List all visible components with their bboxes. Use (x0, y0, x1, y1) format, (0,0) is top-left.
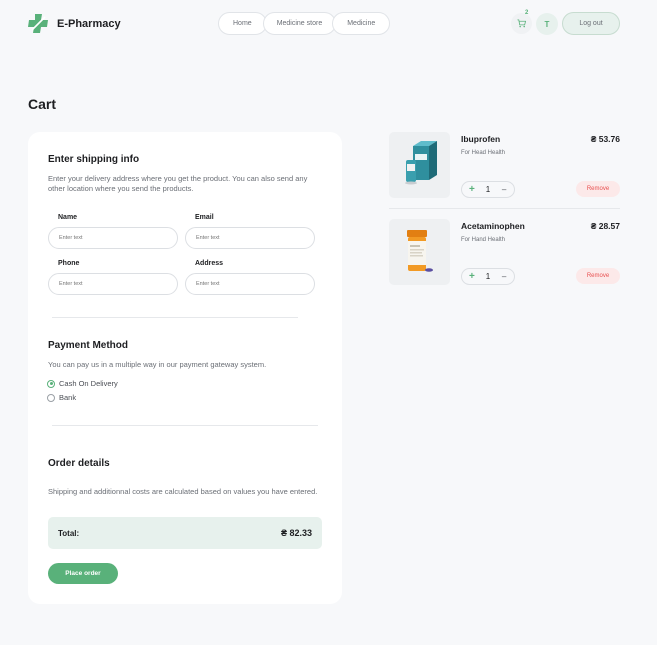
quantity-value: 1 (485, 185, 491, 194)
product-price: ₴ 53.76 (590, 134, 620, 144)
phone-label: Phone (58, 260, 80, 267)
quantity-value: 1 (485, 272, 491, 281)
shopping-cart-icon (517, 19, 526, 28)
radio-unchecked-icon (47, 393, 55, 402)
address-input[interactable] (185, 273, 315, 295)
payment-option-cash[interactable]: Cash On Delivery (47, 379, 118, 388)
logo[interactable]: E-Pharmacy (28, 13, 121, 34)
place-order-button[interactable]: Place order (48, 563, 118, 584)
quantity-stepper: + 1 – (461, 268, 515, 285)
increase-quantity-button[interactable]: + (466, 271, 478, 282)
divider (389, 208, 620, 209)
decrease-quantity-button[interactable]: – (498, 185, 510, 194)
nav-medicine[interactable]: Medicine (332, 12, 391, 35)
increase-quantity-button[interactable]: + (466, 184, 478, 195)
decrease-quantity-button[interactable]: – (498, 272, 510, 281)
email-input[interactable] (185, 227, 315, 249)
logout-button[interactable]: Log out (562, 12, 620, 35)
cart-button[interactable]: 2 (511, 10, 532, 34)
payment-option-bank[interactable]: Bank (47, 393, 76, 402)
shipping-title: Enter shipping info (48, 154, 140, 165)
checkout-card: Enter shipping info Enter your delivery … (28, 132, 342, 604)
avatar[interactable]: T (536, 13, 558, 35)
cart-item: Acetaminophen For Hand Health ₴ 28.57 + … (389, 219, 620, 291)
name-label: Name (58, 214, 78, 221)
order-title: Order details (48, 458, 110, 469)
divider (52, 317, 298, 318)
main-nav: Home Medicine store Medicine (218, 12, 391, 35)
product-image (389, 219, 450, 285)
product-name: Ibuprofen (461, 134, 501, 144)
pill-bottle-icon (407, 230, 433, 272)
pharmacy-cross-icon (28, 14, 48, 33)
total-label: Total: (58, 529, 80, 538)
cart-item: Ibuprofen For Head Health ₴ 53.76 + 1 – … (389, 132, 620, 204)
total-value: ₴ 82.33 (280, 528, 312, 538)
nav-home[interactable]: Home (218, 12, 267, 35)
logo-text: E-Pharmacy (57, 17, 121, 30)
app-header: E-Pharmacy Home Medicine store Medicine … (0, 0, 657, 48)
ibuprofen-box-icon (405, 141, 437, 185)
cart-count-badge: 2 (525, 10, 529, 16)
payment-title: Payment Method (48, 340, 129, 351)
product-name: Acetaminophen (461, 221, 525, 231)
product-price: ₴ 28.57 (590, 221, 620, 231)
payment-option-label: Cash On Delivery (59, 379, 118, 388)
product-subtitle: For Hand Health (461, 237, 506, 243)
order-total: Total: ₴ 82.33 (48, 517, 322, 549)
product-image (389, 132, 450, 198)
remove-button[interactable]: Remove (576, 181, 620, 197)
remove-button[interactable]: Remove (576, 268, 620, 284)
name-input[interactable] (48, 227, 178, 249)
order-description: Shipping and additionnal costs are calcu… (48, 487, 318, 496)
divider (52, 425, 318, 426)
product-subtitle: For Head Health (461, 150, 506, 156)
address-label: Address (195, 260, 224, 267)
quantity-stepper: + 1 – (461, 181, 515, 198)
shipping-description: Enter your delivery address where you ge… (48, 174, 308, 193)
page-title: Cart (28, 96, 57, 112)
phone-input[interactable] (48, 273, 178, 295)
email-label: Email (195, 214, 214, 221)
nav-medicine-store[interactable]: Medicine store (262, 12, 337, 35)
payment-description: You can pay us in a multiple way in our … (48, 360, 267, 369)
payment-option-label: Bank (59, 393, 77, 402)
radio-checked-icon (47, 379, 55, 388)
